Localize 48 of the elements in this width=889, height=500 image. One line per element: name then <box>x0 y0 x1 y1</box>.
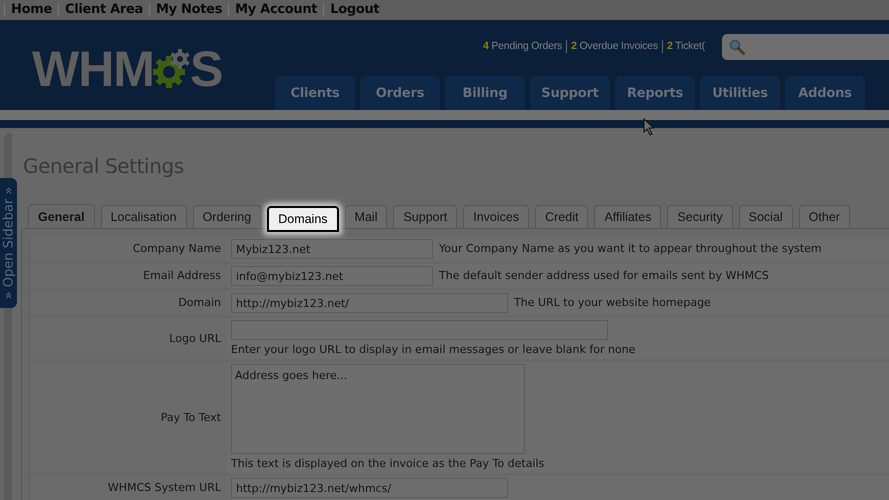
field-label: Logo URL <box>169 332 221 346</box>
search-icon <box>729 39 745 55</box>
top-link[interactable]: My Notes <box>149 3 228 17</box>
top-link[interactable]: Logout <box>323 3 386 17</box>
settings-tab[interactable]: Support <box>393 205 458 228</box>
settings-tab[interactable]: Other <box>798 205 850 228</box>
field-hint: Your Company Name as you want it to appear throughout the system <box>439 242 822 256</box>
field-label: WHMCS System URL <box>108 481 221 495</box>
input-field[interactable]: http://mybiz123.net/ <box>231 293 508 313</box>
field-label: Email Address <box>143 269 221 283</box>
input-field[interactable]: http://mybiz123.net/whmcs/ <box>231 478 508 498</box>
settings-tab[interactable]: Mail <box>344 205 388 228</box>
text-area[interactable]: Address goes here... <box>231 364 525 454</box>
top-link[interactable]: Home <box>4 3 58 17</box>
whmcs-logo: WHM S <box>32 44 222 94</box>
settings-tab[interactable]: Social <box>738 205 793 228</box>
top-link[interactable]: Client Area <box>58 3 150 17</box>
nav-tab[interactable]: Support <box>530 76 610 110</box>
search-field[interactable] <box>722 34 889 60</box>
nav-tab[interactable]: Utilities <box>700 76 780 110</box>
alert-link[interactable]: 2 Overdue Invoices <box>566 40 662 53</box>
field-label: Domain <box>178 296 221 310</box>
field-hint: The URL to your website homepage <box>514 296 711 310</box>
input-field[interactable]: info@mybiz123.net <box>231 266 433 286</box>
settings-tab[interactable]: Localisation <box>100 205 187 228</box>
settings-tab[interactable]: Invoices <box>463 205 530 228</box>
settings-tab[interactable]: Ordering <box>192 205 262 228</box>
open-sidebar-tab[interactable]: » Open Sidebar » <box>0 178 17 308</box>
field-hint: The default sender address used for emails sent by WHMCS <box>439 269 769 283</box>
top-link[interactable]: My Account <box>228 3 324 17</box>
nav-tab[interactable]: Clients <box>275 76 355 110</box>
field-label: Pay To Text <box>160 410 221 424</box>
settings-tab[interactable]: General <box>28 204 95 228</box>
nav-tab[interactable]: Addons <box>785 76 865 110</box>
gear-icon <box>152 47 192 91</box>
alert-link[interactable]: 4 Pending Orders <box>483 40 566 53</box>
input-field[interactable]: Mybiz123.net <box>231 239 433 259</box>
settings-tab[interactable]: Domains <box>267 206 339 232</box>
settings-tab[interactable]: Affiliates <box>594 205 662 228</box>
field-label: Company Name <box>132 242 221 256</box>
field-hint: This text is displayed on the invoice as the Pay To details <box>231 457 544 471</box>
field-hint: Enter your logo URL to display in email messages or leave blank for none <box>231 343 636 357</box>
nav-tab[interactable]: Billing <box>445 76 525 110</box>
settings-tab[interactable]: Security <box>667 205 733 228</box>
nav-tab[interactable]: Reports <box>615 76 695 110</box>
alert-link[interactable]: 2 Ticket( <box>662 40 709 53</box>
settings-tab[interactable]: Credit <box>535 205 588 228</box>
nav-tab[interactable]: Orders <box>360 76 440 110</box>
